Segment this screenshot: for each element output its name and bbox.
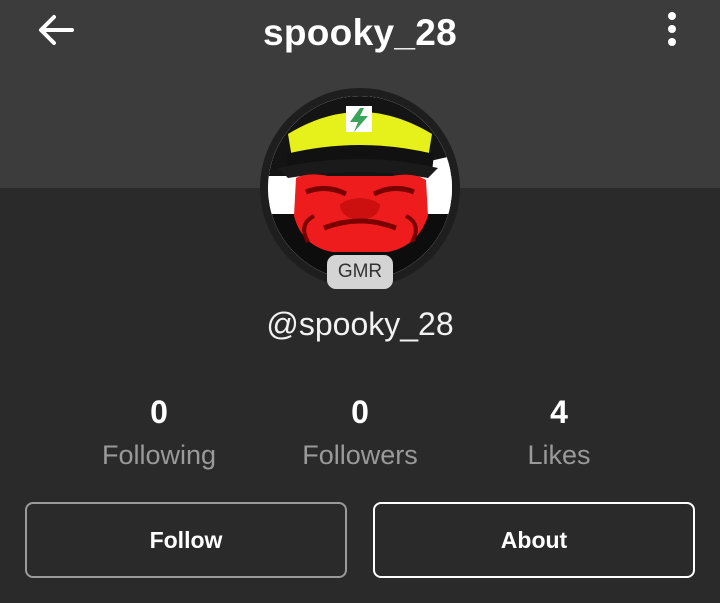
likes-count: 4: [550, 394, 568, 430]
about-button-label: About: [500, 526, 568, 553]
follow-button-label: Follow: [149, 526, 223, 553]
profile-screen: spooky_28 GMR @spooky_28 0 Following 0 F…: [0, 0, 720, 603]
followers-count: 0: [351, 394, 369, 430]
follow-button[interactable]: Follow: [25, 502, 347, 578]
stat-following[interactable]: 0 Following: [59, 392, 259, 472]
page-title: spooky_28: [263, 12, 457, 53]
arrow-left-icon: [38, 14, 74, 51]
following-label: Following: [101, 440, 217, 470]
user-handle: @spooky_28: [266, 306, 454, 342]
gamer-badge: GMR: [327, 255, 393, 289]
following-count: 0: [150, 394, 168, 430]
avatar[interactable]: [268, 96, 452, 280]
back-button[interactable]: [30, 10, 82, 54]
stat-followers[interactable]: 0 Followers: [260, 392, 460, 472]
red-character-icon: [268, 96, 452, 280]
more-vertical-icon: [666, 11, 678, 52]
about-button[interactable]: About: [373, 502, 695, 578]
stat-likes[interactable]: 4 Likes: [459, 392, 659, 472]
more-options-button[interactable]: [650, 8, 694, 54]
likes-label: Likes: [527, 440, 591, 470]
followers-label: Followers: [302, 440, 418, 470]
